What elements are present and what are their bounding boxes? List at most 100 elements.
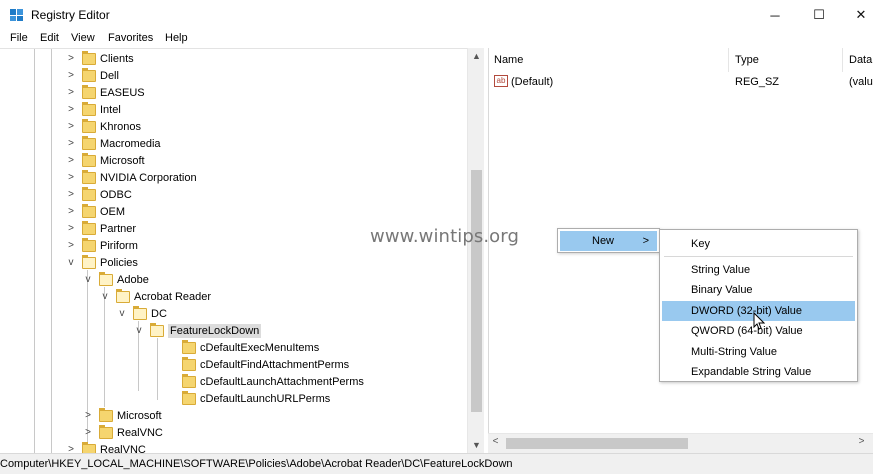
tree-guide-line	[51, 49, 52, 453]
folder-icon	[82, 84, 96, 99]
collapse-chevron-icon[interactable]: >	[66, 206, 76, 217]
scroll-down-icon[interactable]: ▼	[468, 437, 485, 453]
submenu-item-binary-value[interactable]: Binary Value	[662, 280, 855, 300]
folder-icon	[82, 220, 96, 235]
tree-item[interactable]: cDefaultLaunchURLPerms	[166, 390, 330, 407]
folder-icon	[82, 237, 96, 252]
column-header-data[interactable]: Data	[844, 48, 873, 72]
collapse-chevron-icon[interactable]: >	[66, 155, 76, 166]
tree-item[interactable]: cDefaultLaunchAttachmentPerms	[166, 373, 364, 390]
tree-item[interactable]: > Dell	[66, 67, 119, 84]
collapse-chevron-icon[interactable]: >	[66, 189, 76, 200]
tree-item[interactable]: v FeatureLockDown	[134, 322, 262, 339]
tree-item[interactable]: v Policies	[66, 254, 138, 271]
tree-item[interactable]: > Macromedia	[66, 135, 161, 152]
collapse-chevron-icon[interactable]: >	[66, 138, 76, 149]
menu-file[interactable]: File	[10, 32, 28, 44]
tree-item[interactable]: cDefaultExecMenuItems	[166, 339, 319, 356]
expand-chevron-icon[interactable]: v	[83, 274, 93, 285]
submenu-item-expandable-string-value[interactable]: Expandable String Value	[662, 362, 855, 382]
collapse-chevron-icon[interactable]: >	[66, 121, 76, 132]
scroll-right-icon[interactable]: >	[854, 436, 869, 452]
collapse-chevron-icon[interactable]: >	[66, 70, 76, 81]
folder-icon	[82, 186, 96, 201]
menu-item-new[interactable]: New >	[560, 231, 657, 251]
collapse-chevron-icon[interactable]: >	[66, 87, 76, 98]
folder-icon	[82, 135, 96, 150]
tree-item[interactable]: > Clients	[66, 50, 134, 67]
tree-item[interactable]: > NVIDIA Corporation	[66, 169, 197, 186]
mouse-cursor-icon	[753, 312, 765, 330]
submenu-item-multi-string-value[interactable]: Multi-String Value	[662, 342, 855, 362]
tree-item[interactable]: > RealVNC	[66, 441, 146, 453]
tree-item-label: Macromedia	[100, 137, 161, 150]
collapse-chevron-icon[interactable]: >	[83, 410, 93, 421]
menu-view[interactable]: View	[71, 32, 95, 44]
column-header-name[interactable]: Name	[489, 48, 729, 72]
menu-favorites[interactable]: Favorites	[108, 32, 153, 44]
window-title: Registry Editor	[31, 8, 110, 22]
submenu-item-key[interactable]: Key	[662, 234, 855, 254]
close-button[interactable]: ✕	[838, 0, 873, 30]
scroll-up-icon[interactable]: ▲	[468, 48, 485, 64]
tree-item[interactable]: v Adobe	[83, 271, 149, 288]
submenu-item-string-value[interactable]: String Value	[662, 260, 855, 280]
column-header-type[interactable]: Type	[730, 48, 843, 72]
folder-icon	[82, 50, 96, 65]
registry-tree[interactable]: > Clients > Dell > EASEUS > Intel > Khronos > Macro…	[0, 48, 484, 453]
folder-icon	[182, 339, 196, 354]
tree-item[interactable]: v Acrobat Reader	[100, 288, 211, 305]
tree-item[interactable]: > Khronos	[66, 118, 141, 135]
values-scroll-thumb[interactable]	[506, 438, 688, 449]
collapse-chevron-icon[interactable]: >	[66, 240, 76, 251]
folder-icon	[82, 254, 96, 269]
tree-item[interactable]: v DC	[117, 305, 167, 322]
tree-item[interactable]: > Microsoft	[83, 407, 162, 424]
collapse-chevron-icon[interactable]: >	[66, 223, 76, 234]
tree-item-label: OEM	[100, 205, 126, 218]
tree-item-label: RealVNC	[100, 443, 146, 454]
tree-item[interactable]: > EASEUS	[66, 84, 145, 101]
tree-guide-line	[104, 287, 105, 407]
tree-item[interactable]: > ODBC	[66, 186, 132, 203]
expand-chevron-icon[interactable]: v	[117, 308, 127, 319]
folder-icon	[82, 441, 96, 453]
scroll-left-icon[interactable]: <	[488, 436, 503, 452]
minimize-button[interactable]: ─	[752, 0, 798, 30]
tree-item-label: Piriform	[100, 239, 138, 252]
maximize-button[interactable]: ☐	[796, 0, 842, 30]
new-submenu[interactable]: Key String Value Binary Value DWORD (32-…	[659, 229, 858, 382]
tree-item-label: NVIDIA Corporation	[100, 171, 197, 184]
tree-item[interactable]: > Piriform	[66, 237, 138, 254]
value-row[interactable]: ab (Default) REG_SZ (valu	[489, 73, 873, 90]
menu-help[interactable]: Help	[165, 32, 188, 44]
expand-chevron-icon[interactable]: v	[100, 291, 110, 302]
collapse-chevron-icon[interactable]: >	[66, 53, 76, 64]
submenu-arrow-icon: >	[642, 235, 649, 247]
expand-chevron-icon[interactable]: v	[134, 325, 144, 336]
tree-item-label: Microsoft	[117, 409, 162, 422]
tree-item[interactable]: > Microsoft	[66, 152, 145, 169]
folder-icon	[82, 67, 96, 82]
tree-item[interactable]: > Partner	[66, 220, 136, 237]
tree-item[interactable]: cDefaultFindAttachmentPerms	[166, 356, 349, 373]
folder-icon	[82, 152, 96, 167]
values-horizontal-scrollbar[interactable]: < >	[488, 433, 873, 453]
tree-guide-line	[34, 49, 35, 453]
tree-item[interactable]: > Intel	[66, 101, 121, 118]
menu-edit[interactable]: Edit	[40, 32, 59, 44]
string-value-icon: ab	[494, 75, 508, 87]
tree-item[interactable]: > RealVNC	[83, 424, 163, 441]
collapse-chevron-icon[interactable]: >	[66, 172, 76, 183]
tree-vertical-scrollbar[interactable]: ▲ ▼	[467, 48, 484, 453]
collapse-chevron-icon[interactable]: >	[66, 104, 76, 115]
collapse-chevron-icon[interactable]: >	[83, 427, 93, 438]
tree-item-label: cDefaultFindAttachmentPerms	[200, 358, 350, 371]
folder-icon	[99, 424, 113, 439]
tree-scroll-thumb[interactable]	[471, 170, 482, 412]
tree-item-label: cDefaultExecMenuItems	[200, 341, 320, 354]
collapse-chevron-icon[interactable]: >	[66, 444, 76, 453]
context-menu[interactable]: New >	[557, 228, 660, 253]
tree-item[interactable]: > OEM	[66, 203, 125, 220]
expand-chevron-icon[interactable]: v	[66, 257, 76, 268]
